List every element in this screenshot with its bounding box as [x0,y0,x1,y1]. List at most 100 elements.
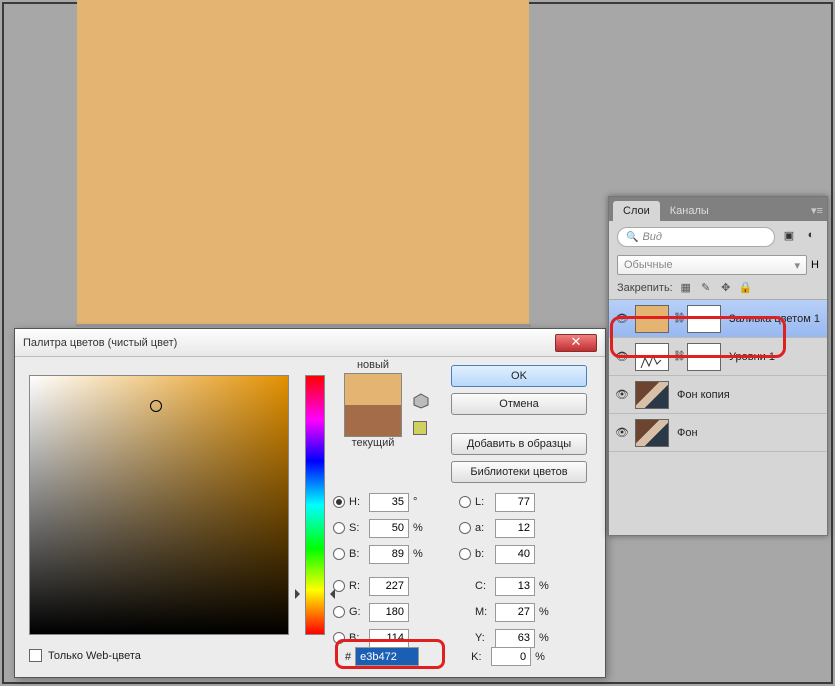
panel-tabs: Слои Каналы ▾≡ [609,197,827,221]
layer-thumbnail[interactable] [635,343,669,371]
input-a[interactable] [495,519,535,538]
input-s[interactable] [369,519,409,538]
label-l: L: [475,496,491,508]
mask-thumbnail[interactable] [687,305,721,333]
opacity-label: Н [811,259,819,271]
tab-channels[interactable]: Каналы [660,201,719,221]
input-l[interactable] [495,493,535,512]
label-b2: b: [475,548,491,560]
lock-position-icon[interactable]: ✥ [719,281,733,295]
close-button[interactable]: ✕ [555,334,597,352]
swatch-box [344,373,402,437]
webonly-label: Только Web-цвета [48,650,141,662]
dialog-titlebar[interactable]: Палитра цветов (чистый цвет) ✕ [15,329,605,357]
unit-pct2: % [413,548,429,560]
visibility-icon[interactable]: 👁 [613,350,631,363]
chevron-down-icon: ▾ [795,259,801,272]
hex-row: # K:% [345,647,551,666]
layer-row[interactable]: 👁 ⛓ Уровни 1 [609,338,827,376]
tab-layers[interactable]: Слои [613,201,660,221]
canvas-scrollfold [76,324,531,327]
button-column: OK Отмена Добавить в образцы Библиотеки … [451,365,587,483]
label-a: a: [475,522,491,534]
input-k[interactable] [491,647,531,666]
layer-thumbnail[interactable] [635,305,669,333]
ok-button[interactable]: OK [451,365,587,387]
input-b[interactable] [369,629,409,648]
layer-name[interactable]: Уровни 1 [729,351,775,363]
radio-l[interactable] [459,496,471,508]
new-color-swatch[interactable] [345,374,401,405]
layer-name[interactable]: Фон [677,427,698,439]
layer-row[interactable]: 👁 ⛓ Заливка цветом 1 [609,300,827,338]
new-label: новый [333,359,413,371]
filter-pict-icon[interactable]: ▣ [781,229,797,245]
hex-input[interactable] [355,647,419,666]
layers-panel: Слои Каналы ▾≡ Вид ▣ ◐ Обычные▾ Н Закреп… [608,196,828,536]
gamut-warning-icon[interactable] [413,393,429,409]
filter-row: Вид ▣ ◐ [609,221,827,253]
add-swatches-button[interactable]: Добавить в образцы [451,433,587,455]
new-current-swatch-group: новый текущий [333,359,413,451]
lock-label: Закрепить: [617,282,673,294]
cancel-button[interactable]: Отмена [451,393,587,415]
radio-h[interactable] [333,496,345,508]
layers-list: 👁 ⛓ Заливка цветом 1 👁 ⛓ Уровни 1 👁 Фон … [609,299,827,452]
lock-transparency-icon[interactable]: ▦ [679,281,693,295]
label-r: R: [349,580,365,592]
color-field[interactable] [29,375,289,635]
unit-pct: % [413,522,429,534]
canvas-area[interactable] [77,0,529,326]
layer-thumbnail[interactable] [635,381,669,409]
color-field-cursor[interactable] [150,400,162,412]
blend-row: Обычные▾ Н [609,253,827,277]
layer-name[interactable]: Фон копия [677,389,730,401]
blend-mode-select[interactable]: Обычные▾ [617,255,807,275]
visibility-icon[interactable]: 👁 [613,426,631,439]
label-y: Y: [475,632,491,644]
panel-menu-icon[interactable]: ▾≡ [807,201,827,221]
visibility-icon[interactable]: 👁 [613,312,631,325]
mask-thumbnail[interactable] [687,343,721,371]
visibility-icon[interactable]: 👁 [613,388,631,401]
input-r[interactable] [369,577,409,596]
hue-slider[interactable] [305,375,325,635]
label-s: S: [349,522,365,534]
label-bv: B: [349,548,365,560]
label-bb: B: [349,632,365,644]
color-picker-dialog: Палитра цветов (чистый цвет) ✕ новый тек… [14,328,606,678]
webonly-checkbox[interactable] [29,649,42,662]
radio-a[interactable] [459,522,471,534]
input-c[interactable] [495,577,535,596]
radio-r[interactable] [333,580,345,592]
input-g[interactable] [369,603,409,622]
input-h[interactable] [369,493,409,512]
filter-adj-icon[interactable]: ◐ [803,229,819,245]
label-k: K: [471,651,487,663]
webonly-row: Только Web-цвета [29,649,141,662]
layer-row[interactable]: 👁 Фон [609,414,827,452]
radio-bv[interactable] [333,548,345,560]
radio-s[interactable] [333,522,345,534]
link-icon: ⛓ [673,313,683,324]
label-h: H: [349,496,365,508]
dialog-title: Палитра цветов (чистый цвет) [23,337,177,349]
input-y[interactable] [495,629,535,648]
current-color-swatch[interactable] [345,405,401,436]
input-bv[interactable] [369,545,409,564]
layer-name[interactable]: Заливка цветом 1 [729,313,820,325]
layer-filter-input[interactable]: Вид [617,227,775,247]
lock-pixels-icon[interactable]: ✎ [699,281,713,295]
radio-b2[interactable] [459,548,471,560]
radio-g[interactable] [333,606,345,618]
layer-row[interactable]: 👁 Фон копия [609,376,827,414]
input-m[interactable] [495,603,535,622]
websafe-swatch[interactable] [413,421,427,435]
dialog-body: новый текущий OK Отмена Добавить в образ… [15,357,605,677]
input-b2[interactable] [495,545,535,564]
lock-all-icon[interactable]: 🔒 [739,281,753,295]
layer-thumbnail[interactable] [635,419,669,447]
radio-b[interactable] [333,632,345,644]
color-libraries-button[interactable]: Библиотеки цветов [451,461,587,483]
label-m: M: [475,606,491,618]
